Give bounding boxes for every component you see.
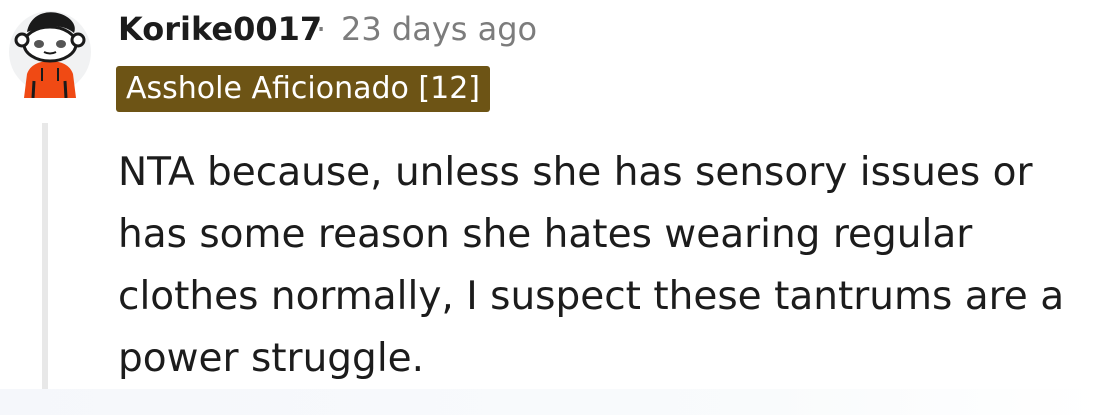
user-flair: Asshole Aficionado [12] [116,66,490,112]
timestamp[interactable]: 23 days ago [341,10,537,48]
comment-body: NTA because, unless she has sensory issu… [118,150,1065,381]
meta-separator: · [316,10,327,48]
snoo-avatar-icon [9,11,91,99]
thread-line[interactable] [42,123,48,389]
user-avatar[interactable] [8,6,92,99]
comment-footer-strip [0,389,1104,415]
comment: Korike0017 · 23 days ago Asshole Aficion… [0,0,1104,415]
username-link[interactable]: Korike0017 [118,10,322,48]
